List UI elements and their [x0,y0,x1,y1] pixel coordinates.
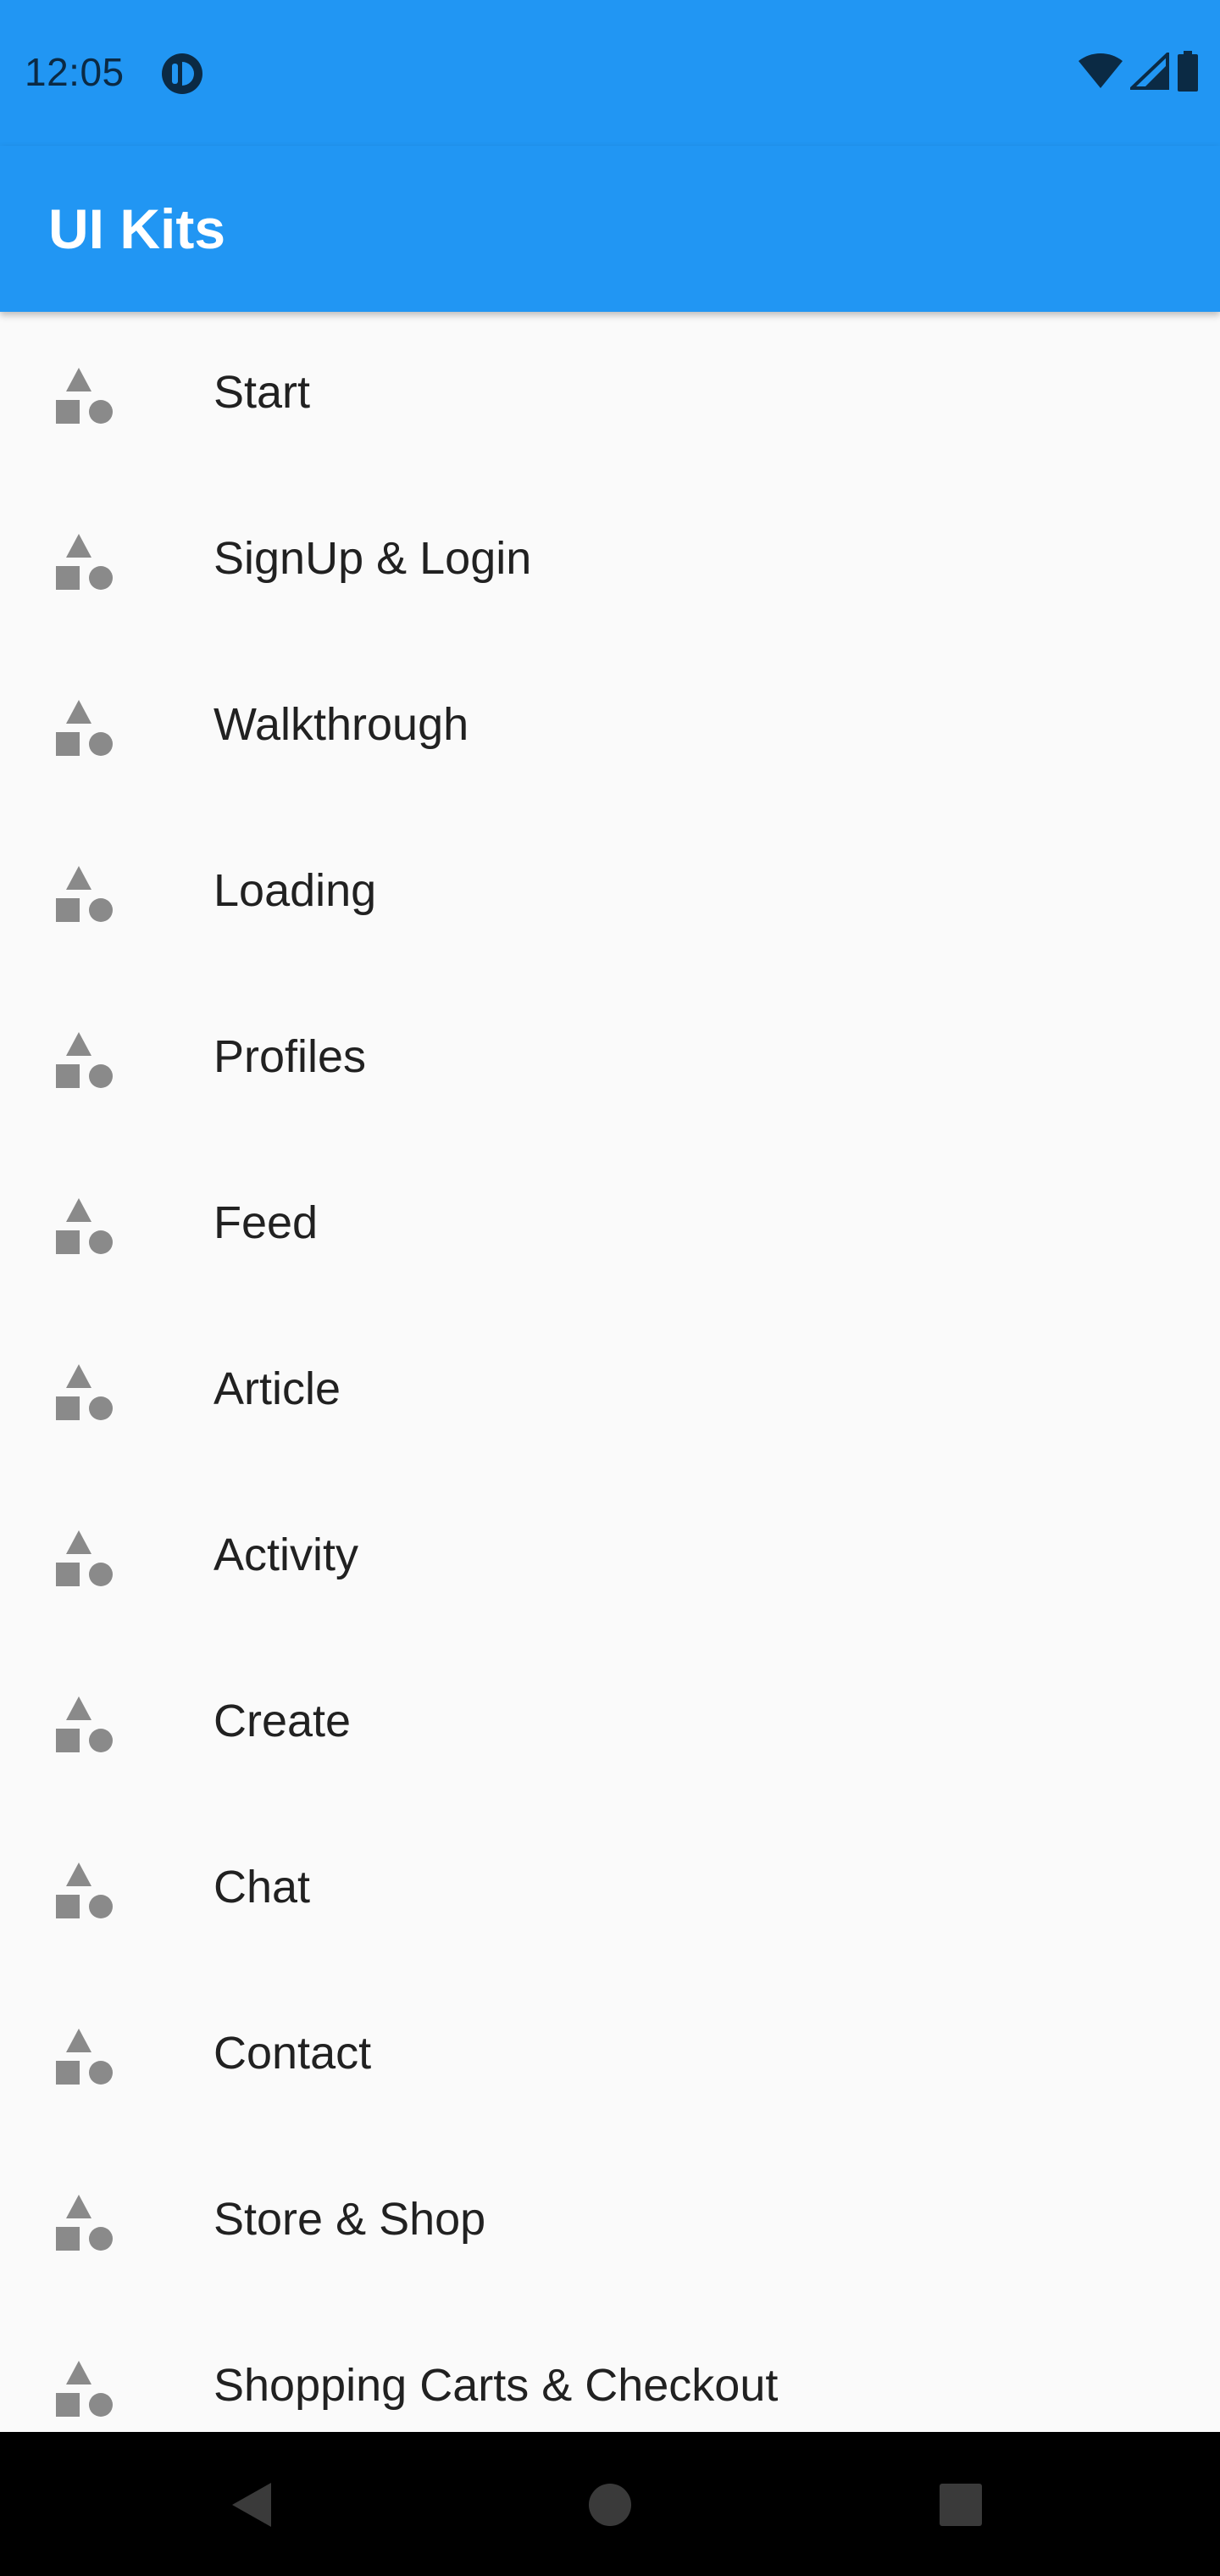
category-shapes-icon [54,1196,115,1257]
status-indicators [1078,49,1200,97]
category-shapes-icon [54,1363,115,1424]
signal-icon [1128,49,1169,94]
list-item-label: Store & Shop [214,2194,486,2245]
category-shapes-icon [54,532,115,593]
system-nav-bar [0,2432,1220,2576]
circle-badge-icon [160,52,204,96]
category-shapes-icon [54,1529,115,1590]
category-shapes-icon [54,2193,115,2254]
page-title: UI Kits [48,197,226,260]
category-shapes-icon [54,2359,115,2420]
list-item-label: Feed [214,1197,319,1248]
list-item[interactable]: Shopping Carts & Checkout [0,2305,1220,2432]
status-bar: 12:05 [0,0,1220,146]
list-item[interactable]: Walkthrough [0,644,1220,810]
list-item[interactable]: Create [0,1641,1220,1807]
list-item[interactable]: Activity [0,1474,1220,1641]
category-shapes-icon [54,2027,115,2088]
status-time: 12:05 [25,50,125,94]
wifi-icon [1078,53,1123,94]
list-item[interactable]: Profiles [0,976,1220,1142]
list-item-label: Chat [214,1862,311,1913]
list-item[interactable]: Article [0,1308,1220,1474]
list-item-label: Article [214,1363,341,1414]
list-item-label: Walkthrough [214,699,469,750]
ui-kit-list: Start SignUp & Login Walkthrough Loading Pro… [0,312,1220,2432]
recents-icon[interactable] [918,2462,1003,2547]
list-item-label: Create [214,1696,352,1746]
category-shapes-icon [54,864,115,925]
list-item[interactable]: Start [0,312,1220,478]
back-icon[interactable] [210,2462,295,2547]
category-shapes-icon [54,366,115,427]
category-shapes-icon [54,698,115,759]
list-item-label: Activity [214,1530,359,1580]
list-item[interactable]: Feed [0,1142,1220,1308]
list-item[interactable]: Contact [0,1973,1220,2139]
list-item[interactable]: Loading [0,810,1220,976]
list-item-label: Contact [214,2028,372,2079]
home-icon[interactable] [568,2462,652,2547]
category-shapes-icon [54,1695,115,1756]
list-item-label: SignUp & Login [214,533,532,584]
list-item-label: Profiles [214,1031,367,1082]
list-item-label: Shopping Carts & Checkout [214,2360,779,2411]
list-item[interactable]: Store & Shop [0,2139,1220,2305]
app-bar: UI Kits [0,146,1220,312]
list-item-label: Loading [214,865,377,916]
category-shapes-icon [54,1861,115,1922]
list-item-label: Start [214,367,311,418]
battery-icon [1176,50,1200,96]
list-item[interactable]: Chat [0,1807,1220,1973]
list-item[interactable]: SignUp & Login [0,478,1220,644]
category-shapes-icon [54,1030,115,1091]
